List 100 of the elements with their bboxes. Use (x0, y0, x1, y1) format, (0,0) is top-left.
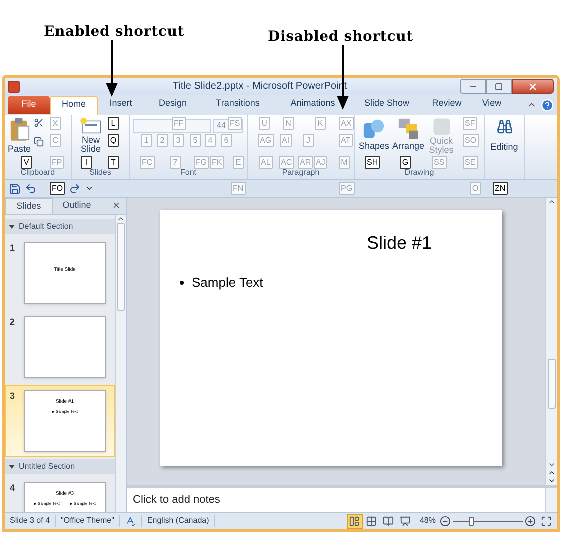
keytip: I (81, 156, 92, 169)
arrange-button[interactable]: Arrange (392, 118, 425, 151)
section-header[interactable]: Untitled Section (5, 459, 115, 474)
zoom-out-icon[interactable] (440, 516, 451, 526)
keytip: 4 (205, 134, 216, 147)
slide-thumbnail-item[interactable]: 2 (5, 311, 115, 383)
panel-tab[interactable]: Slides (5, 198, 53, 214)
keytip: 5 (190, 134, 201, 147)
zoom-level: 48% (420, 515, 436, 527)
slide-number: 1 (10, 242, 16, 255)
keytip: V (21, 156, 32, 169)
group-label: Paragraph (281, 168, 321, 179)
keytip: AL (259, 156, 273, 169)
keytip: 7 (170, 156, 181, 169)
new-slide-button[interactable]: New Slide (76, 118, 106, 154)
notes-field[interactable]: Click to add notes (127, 488, 545, 512)
group-label: Drawing (404, 168, 436, 179)
keytip: FF (172, 117, 186, 130)
group-label: Slides (88, 168, 112, 179)
scrollbar-thumb[interactable] (548, 358, 556, 408)
normal-view-button[interactable] (346, 514, 363, 528)
keytip: E (233, 156, 244, 169)
save-icon[interactable] (9, 182, 21, 194)
ribbon-tab[interactable]: Animations (274, 96, 352, 115)
slide[interactable]: Slide #1 Sample Text (160, 210, 502, 466)
paste-button[interactable]: Paste (8, 118, 32, 154)
keytip: 6 (221, 134, 232, 147)
undo-icon[interactable] (25, 182, 37, 194)
bullet-icon (180, 280, 184, 285)
keytip: Q (108, 134, 119, 147)
keytip: 1 (141, 134, 152, 147)
keytip: SH (365, 156, 380, 169)
ribbon-tab[interactable]: Insert (98, 96, 144, 115)
file-tab[interactable]: File (8, 96, 50, 114)
keytip: PG (339, 182, 355, 195)
clipboard-icon (10, 118, 30, 142)
scroll-up-icon[interactable] (548, 198, 556, 206)
keytip: AG (258, 134, 274, 147)
keytip: SO (463, 134, 479, 147)
section-header[interactable]: Default Section (5, 219, 115, 234)
shapes-icon (363, 118, 386, 140)
close-icon[interactable] (112, 201, 121, 210)
scroll-up-icon[interactable] (548, 469, 556, 477)
scrollbar-thumb[interactable] (117, 223, 125, 311)
keytip: G (400, 156, 411, 169)
keytip: SS (432, 156, 447, 169)
zoom-slider[interactable] (453, 516, 523, 526)
panel-tab[interactable]: Outline (53, 198, 101, 214)
spelling-icon[interactable] (125, 516, 136, 526)
slide-thumbnail[interactable] (24, 316, 106, 378)
maximize-button[interactable] (486, 79, 512, 94)
close-button[interactable] (512, 79, 554, 94)
app-logo-icon (8, 80, 20, 92)
copy-icon[interactable] (34, 137, 44, 147)
keytip: C (50, 134, 61, 147)
keytip: O (470, 182, 481, 195)
theme-name: "Office Theme" (56, 515, 120, 527)
keytip: FK (210, 156, 224, 169)
ribbon-tab[interactable]: Transitions (202, 96, 274, 115)
group-label: Font (179, 168, 198, 179)
keytip: SF (463, 117, 478, 130)
ribbon-tab[interactable]: View (472, 96, 512, 115)
keytip: SE (463, 156, 478, 169)
arrange-icon (398, 118, 420, 140)
scrollbar[interactable] (545, 198, 557, 485)
redo-icon[interactable] (69, 182, 81, 194)
keytip: FG (194, 156, 210, 169)
shapes-button[interactable]: Shapes (359, 118, 390, 151)
maximize-icon (495, 82, 503, 90)
editing-button[interactable]: Editing (490, 119, 518, 154)
ribbon-tab[interactable]: Slide Show (352, 96, 422, 115)
ribbon-tab[interactable]: Design (144, 96, 202, 115)
slide-title: Slide #1 (366, 232, 432, 255)
scrollbar[interactable] (115, 215, 126, 512)
ribbon-tab[interactable]: Review (422, 96, 472, 115)
customize-icon[interactable] (85, 184, 94, 193)
bullet-text: Sample Text (192, 274, 264, 292)
help-icon[interactable] (541, 99, 554, 112)
keytip: AJ (314, 156, 328, 169)
scrollbar[interactable] (545, 488, 557, 512)
ribbon-tab[interactable]: Home (50, 96, 98, 115)
cut-icon[interactable] (34, 118, 44, 128)
keytip: M (339, 156, 350, 169)
keytip: FO (50, 182, 66, 195)
collapse-icon (9, 464, 15, 468)
keytip: 3 (173, 134, 184, 147)
zoom-slider-thumb[interactable] (468, 516, 474, 526)
fit-to-window-icon[interactable] (541, 516, 552, 526)
keytip: FP (50, 156, 64, 169)
keytip: K (315, 117, 326, 130)
keytip: X (50, 117, 61, 130)
keytip: AX (339, 117, 354, 130)
keytip: AT (339, 134, 353, 147)
language: English (Canada) (141, 515, 216, 527)
keytip: L (108, 117, 119, 130)
keytip: 2 (157, 134, 168, 147)
zoom-in-icon[interactable] (525, 516, 536, 526)
scroll-up-icon[interactable] (117, 215, 125, 223)
slide-number: 3 (10, 390, 16, 403)
keytip: N (283, 117, 294, 130)
